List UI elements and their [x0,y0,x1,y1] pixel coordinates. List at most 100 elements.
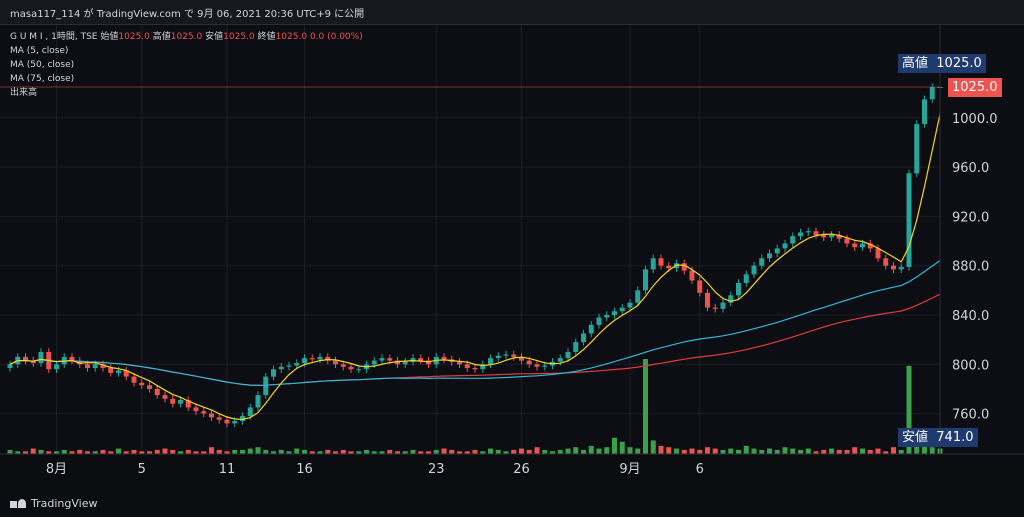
volume-bar [782,447,788,454]
volume-bar [689,448,695,454]
candle-body [348,366,354,370]
candle-body [209,413,214,418]
candle-body [333,360,338,365]
candle-body [309,358,315,360]
volume-bar [736,449,741,454]
ma5-line [9,113,941,421]
candle-body [255,395,261,408]
candle-body [147,385,152,389]
volume-bar [674,448,679,454]
y-tick-label: 840.0 [952,309,989,324]
high-value: 1025.0 [170,32,203,42]
volume-bar [875,448,881,454]
volume-bar [294,448,300,454]
candle-body [557,358,563,362]
candle-body [356,369,362,371]
candle-body [286,365,292,367]
y-tick-label: 760.0 [952,408,989,423]
ma50-legend[interactable]: MA (50, close) [10,58,363,72]
close-value: 1025.0 [275,32,308,42]
volume-bar [619,441,625,454]
candle-body [658,258,664,266]
candle-body [774,248,780,254]
publish-info: masa117_114 が TradingView.com で 9月 06, 2… [10,9,365,20]
candle-body [875,248,881,259]
x-tick-label: 6 [696,462,704,477]
candle-body [705,292,710,308]
volume-bar [557,449,563,454]
volume-bar [891,447,896,454]
candle-body [681,263,687,271]
candle-body [457,361,462,365]
low-label: 安値 [205,32,224,42]
volume-legend[interactable]: 出来高 [10,86,363,100]
volume-bar [495,449,501,454]
volume-bar [209,447,214,454]
tradingview-brand[interactable]: TradingView [10,497,97,510]
candle-body [379,358,385,361]
candle-body [782,243,788,249]
change-value: 0.0 (0.00%) [309,32,363,42]
candle-body [790,236,796,244]
candle-body [596,317,602,325]
y-tick-label: 920.0 [952,210,989,225]
candle-body [271,369,276,377]
candle-body [170,398,176,404]
volume-bar [240,449,245,454]
volume-bar [829,448,834,454]
x-tick-label: 26 [513,462,530,477]
candle-body [619,307,625,312]
volume-bar [131,449,137,454]
candle-body [317,356,323,360]
candle-body [441,356,447,360]
close-label: 終値 [257,32,276,42]
volume-bar [534,447,540,454]
candle-body [906,173,912,267]
x-tick-label: 8月 [46,462,67,477]
volume-bar [604,447,610,454]
candle-body [929,87,935,100]
candle-body [201,411,207,414]
candle-body [54,364,59,370]
ma5-legend[interactable]: MA (5, close) [10,44,363,58]
candle-body [689,270,695,281]
volume-bar [340,449,346,454]
volume-bar [681,449,687,454]
last-price-value: 1025.0 [952,80,998,95]
volume-bar [697,449,703,454]
symbol-label: G U M I , 1時間, TSE [10,32,98,42]
candle-body [712,307,718,309]
volume-bar [596,448,602,454]
last-price-tag: 1025.0 [948,78,1002,97]
candle-body [503,354,509,356]
volume-bar [7,449,13,454]
candle-body [697,280,703,293]
volume-bar [743,445,749,454]
candle-body [278,366,284,370]
candle-body [914,123,920,174]
candle-body [526,360,532,365]
candle-body [829,234,834,238]
volume-bar [751,448,757,454]
volume-bar [61,449,67,454]
x-tick-label: 11 [219,462,236,477]
volume-bar [860,448,865,454]
volume-bar [805,448,811,454]
candle-body [472,367,478,370]
candle-body [883,258,889,266]
volume-bar [263,449,269,454]
candle-body [860,243,865,248]
candle-body [85,364,90,368]
candle-body [891,265,896,270]
volume-bar [302,449,307,454]
candle-body [650,258,656,270]
open-value: 1025.0 [118,32,150,42]
candle-body [247,407,253,417]
candle-body [232,420,238,424]
candle-body [922,99,927,124]
ma75-legend[interactable]: MA (75, close) [10,72,363,86]
high-tag-value: 1025.0 [936,56,982,71]
volume-bar [364,449,369,454]
x-tick-label: 16 [296,462,313,477]
candle-body [340,364,346,367]
